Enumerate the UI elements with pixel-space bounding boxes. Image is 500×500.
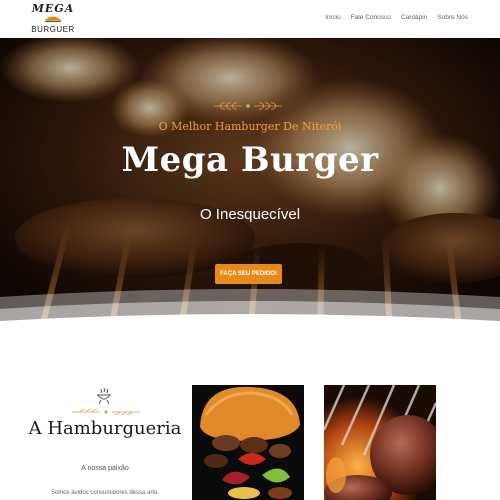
nav-link-fale-conosco[interactable]: Fale Conosco xyxy=(351,14,391,21)
section-title: A Hamburgueria xyxy=(28,418,182,439)
section-subtitle: A nossa paixão xyxy=(81,465,129,472)
burger-logo-icon xyxy=(45,16,61,22)
order-button[interactable]: FAÇA SEU PEDIDO! xyxy=(215,264,282,284)
wheat-ornament-icon xyxy=(72,409,140,415)
nav-link-inicio[interactable]: Início xyxy=(325,14,341,21)
burger-ingredients-image xyxy=(192,385,304,500)
wheat-ornament-icon xyxy=(214,102,282,110)
site-header: MEGA BURGUER Início Fale Conosco Cardápi… xyxy=(0,0,500,38)
about-section: A Hamburgueria A nossa paixão Somos ávid… xyxy=(0,335,500,500)
hero-wave-divider xyxy=(0,289,500,335)
logo-bottom-text: BURGUER xyxy=(31,25,75,34)
grilled-patty-image xyxy=(324,385,436,500)
hero-title: Mega Burger xyxy=(121,140,379,180)
grill-icon xyxy=(97,387,111,405)
hero-section: O Melhor Hamburger De Niterói Mega Burge… xyxy=(0,38,500,335)
burger-ingredients-photo xyxy=(192,385,304,500)
section-body-text: Somos ávidos consumidores dessa arte. xyxy=(50,490,160,496)
hero-subtitle: O Melhor Hamburger De Niterói xyxy=(158,120,342,133)
logo-top-text: MEGA xyxy=(31,2,75,15)
nav-link-cardapio[interactable]: Cardápio xyxy=(401,14,427,21)
nav-link-sobre-nos[interactable]: Sobre Nós xyxy=(437,14,468,21)
logo[interactable]: MEGA BURGUER xyxy=(28,2,78,36)
main-nav: Início Fale Conosco Cardápio Sobre Nós xyxy=(325,14,468,21)
grilled-patty-photo xyxy=(324,385,436,500)
hero-tagline: O Inesquecível xyxy=(199,206,301,223)
